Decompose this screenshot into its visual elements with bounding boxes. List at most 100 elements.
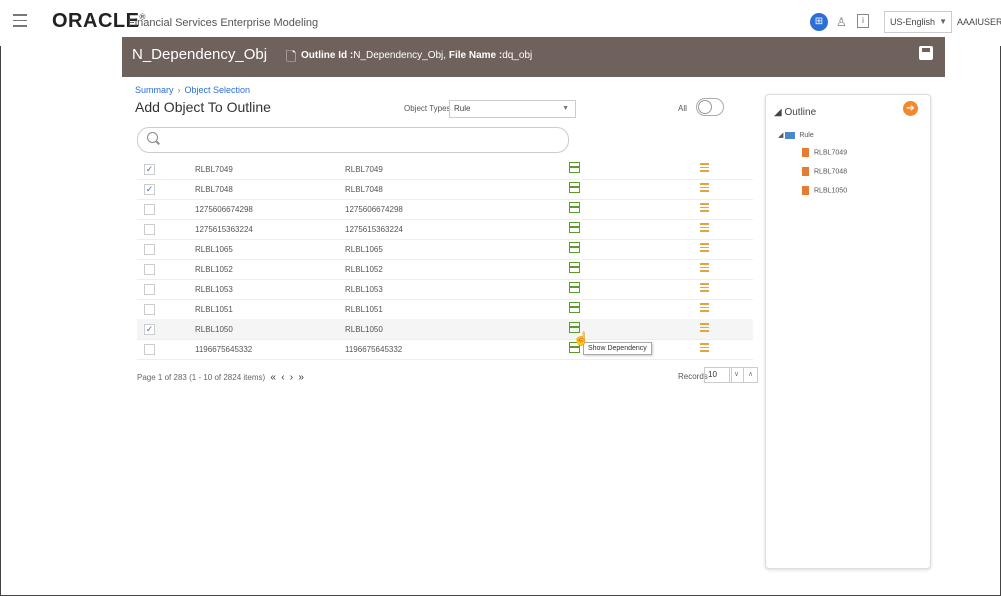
list-details-icon[interactable] — [700, 203, 709, 213]
table-row[interactable]: 1275606674298 1275606674298 — [137, 199, 753, 220]
row-name: RLBL7049 — [195, 165, 233, 174]
show-dependency-icon[interactable] — [569, 162, 580, 173]
list-details-icon[interactable] — [700, 163, 709, 173]
chevron-right-icon: › — [177, 85, 181, 95]
table-row[interactable]: ✓ RLBL7049 RLBL7049 — [137, 159, 753, 180]
outline-item[interactable]: RLBL7048 — [802, 167, 847, 176]
row-name: RLBL1051 — [195, 305, 233, 314]
table-row[interactable]: RLBL1051 RLBL1051 — [137, 299, 753, 320]
row-checkbox[interactable] — [144, 224, 155, 235]
arrow-right-icon[interactable]: ➔ — [903, 101, 918, 116]
document-icon: 🗋 — [286, 49, 297, 64]
row-name: RLBL1052 — [195, 265, 233, 274]
row-checkbox[interactable]: ✓ — [144, 164, 155, 175]
rule-icon — [802, 148, 809, 157]
list-details-icon[interactable] — [700, 223, 709, 233]
row-checkbox[interactable] — [144, 244, 155, 255]
table-row[interactable]: 1275615363224 1275615363224 — [137, 219, 753, 240]
show-dependency-icon[interactable] — [569, 302, 580, 313]
product-name: Financial Services Enterprise Modeling — [128, 17, 319, 29]
row-name: 1196675645332 — [195, 345, 253, 354]
row-checkbox[interactable] — [144, 344, 155, 355]
prev-page-icon[interactable]: ‹ — [281, 372, 284, 383]
hand-cursor-icon: ☝ — [573, 331, 590, 346]
file-name-label: File Name : — [448, 50, 503, 61]
row-code: RLBL1051 — [345, 305, 383, 314]
pagination: Page 1 of 283 (1 - 10 of 2824 items) « ‹… — [137, 372, 304, 383]
row-name: RLBL7048 — [195, 185, 233, 194]
save-icon[interactable] — [919, 46, 933, 60]
show-dependency-icon[interactable] — [569, 202, 580, 213]
table-row[interactable]: RLBL1052 RLBL1052 — [137, 259, 753, 280]
show-dependency-icon[interactable] — [569, 222, 580, 233]
outline-id-value: N_Dependency_Obj, — [353, 50, 447, 61]
table-row[interactable]: ✓ RLBL7048 RLBL7048 — [137, 179, 753, 200]
object-types-select[interactable]: Rule ▼ — [449, 100, 576, 118]
search-icon — [147, 132, 158, 143]
table-row[interactable]: RLBL1065 RLBL1065 — [137, 239, 753, 260]
first-page-icon[interactable]: « — [270, 372, 276, 383]
outline-title: ◢ Outline — [774, 107, 817, 118]
chevron-down-icon[interactable]: ∨ — [729, 367, 744, 383]
list-details-icon[interactable] — [700, 263, 709, 273]
outline-id-label: Outline Id : — [301, 50, 354, 61]
file-name-value: dq_obj — [502, 50, 533, 61]
show-dependency-icon[interactable] — [569, 182, 580, 193]
row-checkbox[interactable]: ✓ — [144, 324, 155, 335]
row-code: RLBL1053 — [345, 285, 383, 294]
info-icon[interactable]: i — [857, 14, 869, 28]
row-checkbox[interactable] — [144, 204, 155, 215]
row-code: 1275615363224 — [345, 225, 403, 234]
table-row[interactable]: RLBL1053 RLBL1053 — [137, 279, 753, 300]
apps-grid-icon[interactable]: ⊞ — [810, 13, 828, 31]
page-number[interactable]: 1 — [158, 373, 162, 382]
page-title: N_Dependency_Obj — [132, 46, 268, 63]
list-details-icon[interactable] — [700, 323, 709, 333]
row-code: 1275606674298 — [345, 205, 403, 214]
show-dependency-icon[interactable] — [569, 242, 580, 253]
breadcrumb: Summary › Object Selection — [135, 85, 250, 95]
list-details-icon[interactable] — [700, 183, 709, 193]
row-checkbox[interactable] — [144, 264, 155, 275]
outline-meta: Outline Id :N_Dependency_Obj, File Name … — [301, 50, 532, 61]
outline-panel: ◢ Outline ➔ ◢ Rule RLBL7049 RLBL7048 RLBL1… — [765, 94, 931, 569]
row-code: 1196675645332 — [345, 345, 403, 354]
title-bar: N_Dependency_Obj 🗋 Outline Id :N_Depende… — [122, 37, 945, 77]
show-dependency-icon[interactable] — [569, 262, 580, 273]
table-row[interactable]: 1196675645332 1196675645332 — [137, 339, 753, 360]
toggle-knob — [698, 100, 712, 114]
search-input[interactable] — [137, 127, 569, 153]
object-types-label: Object Types — [404, 104, 451, 113]
section-heading: Add Object To Outline — [135, 99, 271, 115]
row-code: RLBL1065 — [345, 245, 383, 254]
row-checkbox[interactable] — [144, 284, 155, 295]
list-details-icon[interactable] — [700, 303, 709, 313]
chevron-down-icon: ▼ — [939, 17, 947, 26]
breadcrumb-summary[interactable]: Summary — [135, 85, 174, 95]
row-name: 1275606674298 — [195, 205, 253, 214]
all-label: All — [678, 104, 687, 113]
row-checkbox[interactable] — [144, 304, 155, 315]
hamburger-menu-icon[interactable] — [13, 14, 27, 28]
all-toggle[interactable] — [696, 98, 724, 116]
row-checkbox[interactable]: ✓ — [144, 184, 155, 195]
next-page-icon[interactable]: › — [290, 372, 293, 383]
row-code: RLBL1050 — [345, 325, 383, 334]
list-details-icon[interactable] — [700, 283, 709, 293]
user-icon[interactable]: ♙ — [836, 15, 848, 29]
outline-folder-rule[interactable]: ◢ Rule — [778, 131, 814, 139]
last-page-icon[interactable]: » — [298, 372, 304, 383]
chevron-up-icon[interactable]: ∧ — [743, 367, 758, 383]
folder-icon — [785, 131, 796, 139]
table-row[interactable]: ✓ RLBL1050 RLBL1050 — [137, 319, 753, 340]
records-select[interactable]: 10 — [704, 367, 732, 383]
language-select[interactable]: US-English ▼ — [884, 11, 952, 33]
row-name: RLBL1053 — [195, 285, 233, 294]
list-details-icon[interactable] — [700, 243, 709, 253]
outline-item[interactable]: RLBL1050 — [802, 186, 847, 195]
list-details-icon[interactable] — [700, 343, 709, 353]
outline-item[interactable]: RLBL7049 — [802, 148, 847, 157]
show-dependency-icon[interactable] — [569, 282, 580, 293]
username[interactable]: AAAIUSER — [957, 17, 1001, 27]
chevron-down-icon: ▼ — [562, 105, 569, 112]
